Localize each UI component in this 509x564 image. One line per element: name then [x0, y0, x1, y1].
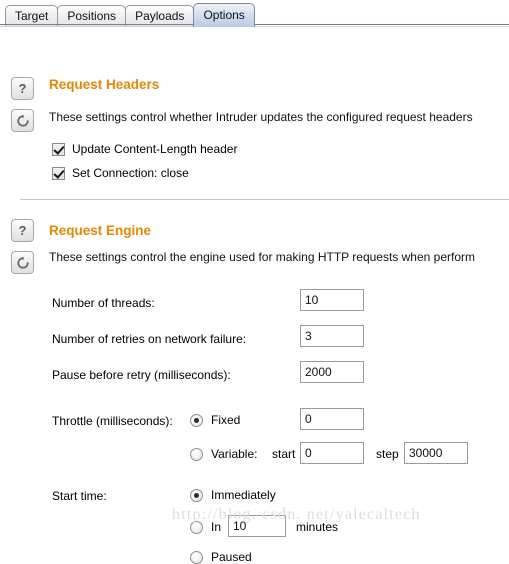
radio-start-paused[interactable] — [190, 551, 203, 564]
help-glyph: ? — [18, 223, 27, 238]
label-start-minutes-suffix: minutes — [296, 520, 339, 534]
input-throttle-start[interactable] — [300, 442, 364, 464]
checkbox-box[interactable] — [52, 166, 65, 180]
label-start-in: In — [211, 520, 222, 534]
radio-start-in-minutes[interactable] — [190, 521, 203, 534]
input-start-in-minutes[interactable] — [228, 515, 286, 537]
tab-options[interactable]: Options — [193, 3, 255, 27]
label-throttle-fixed: Fixed — [211, 413, 241, 427]
help-glyph: ? — [18, 81, 27, 96]
help-question-icon[interactable]: ? — [11, 77, 34, 100]
request-engine-title: Request Engine — [49, 223, 152, 238]
label-number-of-retries: Number of retries on network failure: — [52, 332, 247, 346]
tab-list: Target Positions Payloads Options — [5, 0, 509, 27]
checkbox-set-connection-close[interactable]: Set Connection: close — [52, 166, 189, 180]
checkbox-label: Set Connection: close — [72, 166, 189, 180]
label-start-time: Start time: — [52, 489, 107, 503]
label-start-paused: Paused — [211, 550, 252, 564]
tab-label: Positions — [67, 9, 117, 23]
refresh-reset-icon[interactable] — [11, 109, 34, 132]
section-divider — [20, 199, 509, 200]
checkbox-update-content-length[interactable]: Update Content-Length header — [52, 142, 237, 156]
tab-label: Options — [203, 8, 245, 22]
radio-throttle-variable[interactable] — [190, 448, 203, 461]
refresh-reset-icon[interactable] — [11, 251, 34, 274]
request-headers-title: Request Headers — [49, 77, 160, 92]
label-number-of-threads: Number of threads: — [52, 296, 155, 310]
label-throttle-variable: Variable: — [211, 447, 258, 461]
radio-start-immediately[interactable] — [190, 489, 203, 502]
label-pause-before-retry: Pause before retry (milliseconds): — [52, 368, 231, 382]
request-headers-description: These settings control whether Intruder … — [49, 110, 473, 124]
help-question-icon[interactable]: ? — [11, 219, 34, 242]
input-number-of-retries[interactable] — [300, 325, 364, 347]
request-engine-description: These settings control the engine used f… — [49, 250, 475, 264]
label-start-immediately: Immediately — [211, 488, 276, 502]
request-headers-side-icons: ? — [11, 77, 36, 141]
label-throttle-step: step — [376, 447, 399, 461]
radio-throttle-fixed[interactable] — [190, 414, 203, 427]
request-engine-side-icons: ? — [11, 219, 36, 283]
checkbox-box[interactable] — [52, 142, 65, 156]
input-pause-before-retry[interactable] — [300, 361, 364, 383]
input-throttle-fixed[interactable] — [300, 408, 364, 430]
tab-label: Payloads — [135, 9, 185, 23]
input-number-of-threads[interactable] — [300, 289, 364, 311]
input-throttle-step[interactable] — [404, 442, 468, 464]
tab-bar: Target Positions Payloads Options — [0, 0, 509, 27]
label-throttle: Throttle (milliseconds): — [52, 414, 173, 428]
label-throttle-start: start — [272, 447, 296, 461]
checkbox-label: Update Content-Length header — [72, 142, 238, 156]
tab-label: Target — [15, 9, 49, 23]
